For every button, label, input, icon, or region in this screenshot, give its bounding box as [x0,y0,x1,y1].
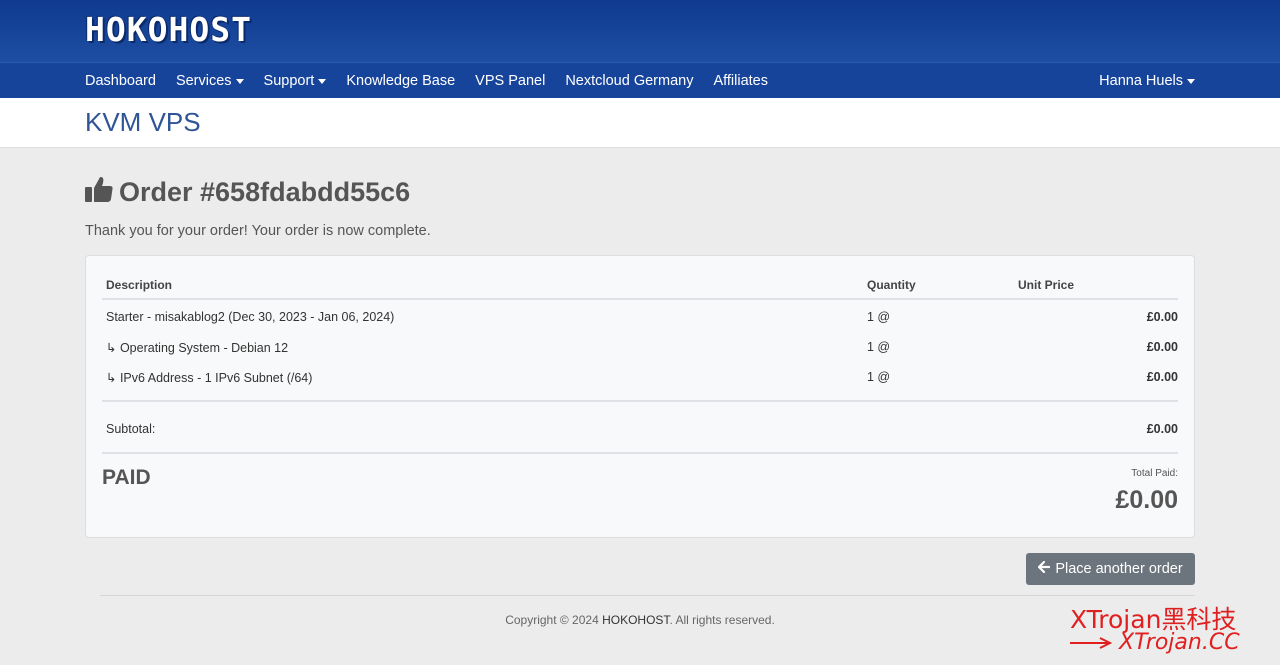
nav-support[interactable]: Support [264,73,327,89]
nav-services[interactable]: Services [176,73,244,89]
nav-vps-panel[interactable]: VPS Panel [475,73,545,89]
site-logo[interactable]: HOKOHOST [85,10,252,49]
thumbs-up-icon [85,176,113,209]
footer-brand-link[interactable]: HOKOHOST [602,613,669,627]
table-row: ↳ IPv6 Address - 1 IPv6 Subnet (/64) 1 @… [106,370,1178,385]
order-number: Order #658fdabdd55c6 [119,177,411,207]
order-summary-header: Order #658fdabdd55c6 Thank you for your … [85,176,1195,239]
page-header: KVM VPS [0,98,1280,148]
nav-nextcloud-germany[interactable]: Nextcloud Germany [565,73,693,89]
total-paid-value: £0.00 [1115,486,1178,514]
total-paid-label: Total Paid: [1131,468,1178,479]
caret-down-icon [318,78,327,84]
header-description: Description [106,278,173,292]
invoice-card: Description Quantity Unit Price Starter … [85,255,1195,538]
arrow-right-icon [1070,630,1119,655]
nav-links: Dashboard Services Support Knowledge Bas… [85,63,788,99]
header-quantity: Quantity [867,278,916,292]
caret-down-icon [235,78,244,84]
header-banner: HOKOHOST [0,0,1280,62]
header-unit-price: Unit Price [1018,278,1075,292]
subtotal-value: £0.00 [1146,422,1178,436]
nav-dashboard[interactable]: Dashboard [85,73,156,89]
user-menu-toggle[interactable]: Hanna Huels [1099,73,1195,89]
caret-down-icon [1187,78,1195,84]
nav-knowledge-base[interactable]: Knowledge Base [346,73,455,89]
nav-affiliates[interactable]: Affiliates [713,73,768,89]
table-row: ↳ Operating System - Debian 12 1 @ £0.00 [106,340,1178,355]
subtotal-label: Subtotal: [106,422,156,436]
user-menu[interactable]: Hanna Huels [1099,63,1195,99]
arrow-left-icon [1038,560,1051,577]
payment-status: PAID [102,466,151,489]
footer-divider [100,595,1195,596]
main-nav: Dashboard Services Support Knowledge Bas… [0,62,1280,98]
place-another-order-button[interactable]: Place another order [1026,553,1195,585]
subtotal-row: Subtotal: £0.00 [102,400,1178,452]
order-complete-message: Thank you for your order! Your order is … [85,223,431,239]
table-header: Description Quantity Unit Price [102,256,1178,300]
totals-section: PAID Total Paid: £0.00 [102,452,1178,542]
order-table: Description Quantity Unit Price Starter … [102,256,1178,542]
table-row: Starter - misakablog2 (Dec 30, 2023 - Ja… [106,310,1178,324]
order-title: Order #658fdabdd55c6 [85,176,1195,209]
page-title: KVM VPS [85,107,201,137]
watermark-url: XTrojan.CC [1070,630,1240,655]
